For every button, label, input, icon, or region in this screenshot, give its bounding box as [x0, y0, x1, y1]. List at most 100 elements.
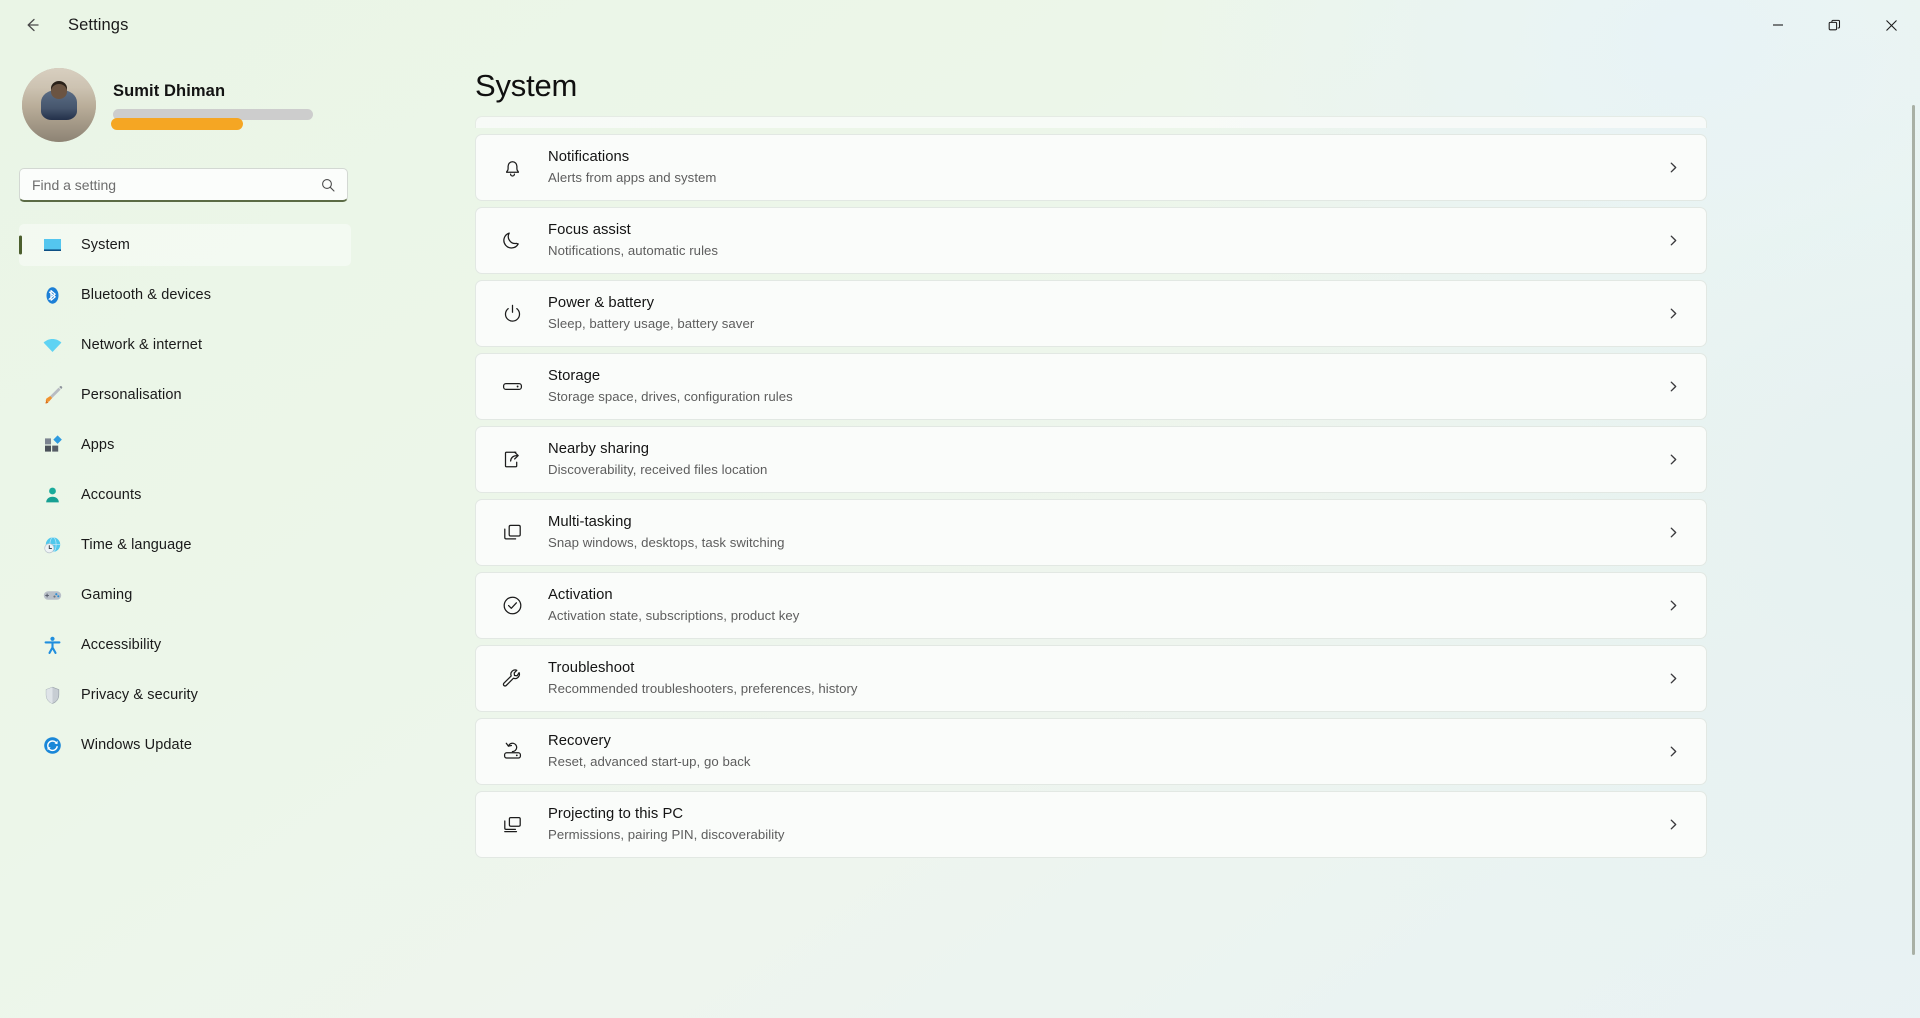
- chevron-right-icon: [1660, 525, 1686, 540]
- apps-icon: [41, 434, 63, 456]
- update-icon: [41, 734, 63, 756]
- back-button[interactable]: [10, 7, 54, 43]
- power-icon: [497, 299, 527, 329]
- avatar[interactable]: [22, 68, 96, 142]
- close-icon: [1886, 19, 1897, 31]
- settings-card-recovery[interactable]: Recovery Reset, advanced start-up, go ba…: [475, 718, 1707, 785]
- sidebar-item-label: System: [81, 237, 130, 253]
- card-subtitle: Storage space, drives, configuration rul…: [548, 388, 793, 404]
- chevron-right-icon: [1660, 744, 1686, 759]
- chevron-right-icon: [1660, 671, 1686, 686]
- sidebar-item-label: Accounts: [81, 487, 142, 503]
- sidebar-item-bluetooth-devices[interactable]: Bluetooth & devices: [19, 274, 351, 316]
- sidebar-item-network-internet[interactable]: Network & internet: [19, 324, 351, 366]
- sidebar-item-gaming[interactable]: Gaming: [19, 574, 351, 616]
- sidebar-item-label: Privacy & security: [81, 687, 199, 703]
- sidebar: Sumit Dhiman Find a setting System Bluet…: [0, 50, 370, 1018]
- sidebar-item-label: Personalisation: [81, 387, 182, 403]
- sidebar-item-accounts[interactable]: Accounts: [19, 474, 351, 516]
- close-button[interactable]: [1863, 0, 1920, 50]
- moon-icon: [497, 226, 527, 256]
- settings-card-list: Notifications Alerts from apps and syste…: [405, 116, 1920, 858]
- profile-name: Sumit Dhiman: [113, 81, 226, 100]
- card-title: Recovery: [548, 733, 611, 750]
- sidebar-item-system[interactable]: System: [19, 224, 351, 266]
- arrow-left-icon: [27, 18, 39, 32]
- search-icon: [320, 177, 336, 193]
- sidebar-item-accessibility[interactable]: Accessibility: [19, 624, 351, 666]
- sidebar-item-label: Bluetooth & devices: [81, 287, 212, 303]
- monitor-icon: [41, 234, 63, 256]
- settings-card-nearby-sharing[interactable]: Nearby sharing Discoverability, received…: [475, 426, 1707, 493]
- app-title: Settings: [68, 15, 129, 34]
- sidebar-item-time-language[interactable]: Time & language: [19, 524, 351, 566]
- sidebar-item-label: Accessibility: [81, 637, 162, 653]
- project-screen-icon: [497, 810, 527, 840]
- partial-card-above[interactable]: [475, 116, 1707, 128]
- settings-card-storage[interactable]: Storage Storage space, drives, configura…: [475, 353, 1707, 420]
- bell-icon: [497, 153, 527, 183]
- drive-icon: [497, 372, 527, 402]
- recovery-icon: [497, 737, 527, 767]
- card-subtitle: Activation state, subscriptions, product…: [548, 607, 800, 623]
- person-icon: [41, 484, 63, 506]
- settings-card-multi-tasking[interactable]: Multi-tasking Snap windows, desktops, ta…: [475, 499, 1707, 566]
- wrench-icon: [497, 664, 527, 694]
- card-subtitle: Reset, advanced start-up, go back: [548, 753, 751, 769]
- settings-card-notifications[interactable]: Notifications Alerts from apps and syste…: [475, 134, 1707, 201]
- sidebar-item-label: Gaming: [81, 587, 133, 603]
- card-title: Troubleshoot: [548, 660, 635, 677]
- wifi-icon: [41, 334, 63, 356]
- card-title: Power & battery: [548, 295, 655, 312]
- card-text: Activation Activation state, subscriptio…: [548, 586, 1660, 624]
- card-title: Nearby sharing: [548, 441, 650, 458]
- chevron-right-icon: [1660, 598, 1686, 613]
- card-text: Recovery Reset, advanced start-up, go ba…: [548, 732, 1660, 770]
- card-subtitle: Sleep, battery usage, battery saver: [548, 315, 755, 331]
- check-circle-icon: [497, 591, 527, 621]
- share-icon: [497, 445, 527, 475]
- chevron-right-icon: [1660, 452, 1686, 467]
- card-text: Focus assist Notifications, automatic ru…: [548, 221, 1660, 259]
- sidebar-item-label: Windows Update: [81, 737, 193, 753]
- sidebar-item-personalisation[interactable]: Personalisation: [19, 374, 351, 416]
- settings-card-focus-assist[interactable]: Focus assist Notifications, automatic ru…: [475, 207, 1707, 274]
- card-subtitle: Discoverability, received files location: [548, 461, 768, 477]
- card-subtitle: Recommended troubleshooters, preferences…: [548, 680, 858, 696]
- chevron-right-icon: [1660, 379, 1686, 394]
- search-box[interactable]: [19, 168, 348, 202]
- profile-text: Sumit Dhiman: [111, 81, 313, 130]
- sidebar-item-privacy-security[interactable]: Privacy & security: [19, 674, 351, 716]
- windows-stack-icon: [497, 518, 527, 548]
- vertical-scrollbar[interactable]: [1912, 105, 1915, 955]
- maximize-button[interactable]: [1806, 0, 1863, 50]
- card-text: Troubleshoot Recommended troubleshooters…: [548, 659, 1660, 697]
- sidebar-item-windows-update[interactable]: Windows Update: [19, 724, 351, 766]
- main-content: System Notifications Alerts from apps an…: [370, 50, 1920, 1018]
- card-title: Storage: [548, 368, 601, 385]
- card-title: Notifications: [548, 149, 630, 166]
- chevron-right-icon: [1660, 233, 1686, 248]
- sidebar-item-label: Apps: [81, 437, 115, 453]
- user-avatar-photo: [22, 68, 96, 142]
- settings-card-activation[interactable]: Activation Activation state, subscriptio…: [475, 572, 1707, 639]
- gamepad-icon: [41, 584, 63, 606]
- sidebar-item-apps[interactable]: Apps: [19, 424, 351, 466]
- chevron-right-icon: [1660, 306, 1686, 321]
- search-container: [0, 142, 370, 202]
- sidebar-item-label: Time & language: [81, 537, 192, 553]
- settings-card-power-battery[interactable]: Power & battery Sleep, battery usage, ba…: [475, 280, 1707, 347]
- page-title: System: [475, 68, 578, 103]
- card-title: Activation: [548, 587, 613, 604]
- user-profile[interactable]: Sumit Dhiman: [0, 50, 370, 142]
- chevron-right-icon: [1660, 160, 1686, 175]
- card-text: Power & battery Sleep, battery usage, ba…: [548, 294, 1660, 332]
- settings-card-troubleshoot[interactable]: Troubleshoot Recommended troubleshooters…: [475, 645, 1707, 712]
- window-controls: [1749, 0, 1920, 50]
- settings-card-projecting-to-this-pc[interactable]: Projecting to this PC Permissions, pairi…: [475, 791, 1707, 858]
- paintbrush-icon: [41, 384, 63, 406]
- search-input[interactable]: [20, 176, 347, 193]
- bluetooth-icon: [41, 284, 63, 306]
- card-subtitle: Alerts from apps and system: [548, 169, 717, 185]
- minimize-button[interactable]: [1749, 0, 1806, 50]
